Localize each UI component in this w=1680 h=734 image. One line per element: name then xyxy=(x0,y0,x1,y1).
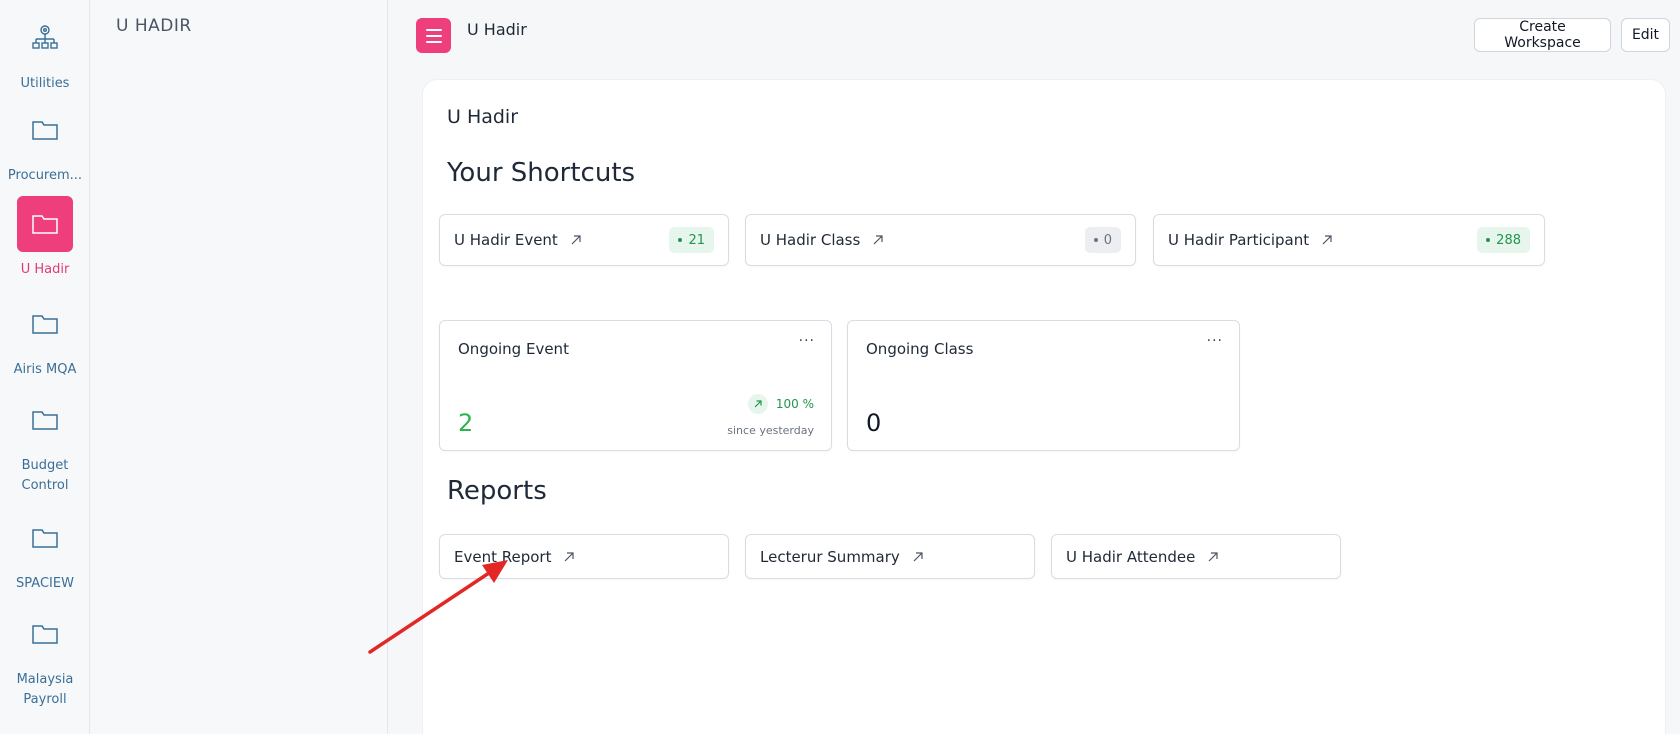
folder-icon xyxy=(17,196,73,252)
dot-icon xyxy=(1486,238,1491,242)
rail-item-u-hadir[interactable]: U Hadir xyxy=(0,196,90,280)
report-event-report[interactable]: Event Report xyxy=(439,534,729,579)
external-arrow-icon xyxy=(873,235,883,245)
workspace-title: U Hadir xyxy=(447,106,519,128)
shortcut-label: U Hadir Class xyxy=(760,231,861,249)
report-u-hadir-attendee[interactable]: U Hadir Attendee xyxy=(1051,534,1341,579)
rail-item-airis-mqa[interactable]: Airis MQA xyxy=(0,296,90,380)
org-chart-icon xyxy=(17,10,73,66)
create-workspace-button[interactable]: Create Workspace xyxy=(1474,18,1611,52)
page-header: U Hadir Create Workspace Edit xyxy=(389,0,1680,70)
external-arrow-icon xyxy=(913,551,923,561)
external-arrow-icon xyxy=(1322,235,1332,245)
report-label: Event Report xyxy=(454,547,552,566)
rail-label: Utilities xyxy=(20,76,70,91)
trend-caption: since yesterday xyxy=(727,424,814,437)
count-value: 21 xyxy=(688,232,705,248)
rail-label: Malaysia Payroll xyxy=(16,672,74,707)
workspace-content: U Hadir Your Shortcuts U Hadir Event 21 … xyxy=(423,80,1665,734)
folder-icon xyxy=(17,606,73,662)
dot-icon xyxy=(678,238,683,242)
shortcut-label: U Hadir Event xyxy=(454,231,558,249)
report-label: Lecterur Summary xyxy=(760,547,900,566)
rail-item-budget-control[interactable]: Budget Control xyxy=(0,392,90,496)
rail-label: Airis MQA xyxy=(13,362,77,377)
shortcut-u-hadir-class[interactable]: U Hadir Class 0 xyxy=(745,214,1136,266)
card-title: Ongoing Event xyxy=(458,340,569,358)
trend-up-icon xyxy=(747,394,768,414)
rail-item-procurement[interactable]: Procurem... xyxy=(0,102,90,186)
menu-icon-bar xyxy=(425,40,442,43)
rail-label: Budget Control xyxy=(21,458,69,493)
shortcuts-heading: Your Shortcuts xyxy=(447,158,636,188)
card-menu-button[interactable]: ... xyxy=(1207,329,1223,345)
count-badge: 21 xyxy=(669,227,714,253)
count-value: 0 xyxy=(1103,232,1112,248)
dot-icon xyxy=(1093,238,1098,242)
number-card-ongoing-event[interactable]: Ongoing Event ... 2 100 % since yesterda… xyxy=(439,320,832,451)
menu-icon-bar xyxy=(425,34,442,37)
shortcut-label: U Hadir Participant xyxy=(1168,231,1310,249)
folder-icon xyxy=(17,102,73,158)
reports-heading: Reports xyxy=(447,476,547,506)
hamburger-menu-button[interactable] xyxy=(416,18,451,53)
folder-icon xyxy=(17,510,73,566)
icon-rail: Utilities Procurem... U Hadir Airis MQA … xyxy=(0,0,90,734)
rail-label: U Hadir xyxy=(20,262,70,277)
card-title: Ongoing Class xyxy=(866,340,974,358)
external-arrow-icon xyxy=(1208,551,1218,561)
rail-item-utilities[interactable]: Utilities xyxy=(0,10,90,94)
shortcut-u-hadir-participant[interactable]: U Hadir Participant 288 xyxy=(1153,214,1545,266)
trend-percent: 100 % xyxy=(775,397,814,411)
card-value: 2 xyxy=(458,409,474,437)
page-title: U Hadir xyxy=(467,20,527,39)
menu-icon-bar xyxy=(425,28,442,31)
workspace-sidebar: U HADIR xyxy=(91,0,388,734)
shortcut-u-hadir-event[interactable]: U Hadir Event 21 xyxy=(439,214,729,266)
count-value: 288 xyxy=(1496,232,1521,248)
folder-icon xyxy=(17,296,73,352)
card-value: 0 xyxy=(866,409,882,437)
external-arrow-icon xyxy=(571,235,581,245)
external-arrow-icon xyxy=(565,551,575,561)
count-badge: 0 xyxy=(1084,227,1121,253)
rail-label: Procurem... xyxy=(7,168,83,183)
folder-icon xyxy=(17,392,73,448)
trend-indicator: 100 % xyxy=(747,394,814,414)
rail-item-spaciew[interactable]: SPACIEW xyxy=(0,510,90,594)
sidebar-title: U HADIR xyxy=(116,16,192,36)
rail-item-malaysia-payroll[interactable]: Malaysia Payroll xyxy=(0,606,90,710)
number-card-ongoing-class[interactable]: Ongoing Class ... 0 xyxy=(847,320,1240,451)
rail-label: SPACIEW xyxy=(16,576,74,591)
card-menu-button[interactable]: ... xyxy=(799,329,815,345)
report-lecterur-summary[interactable]: Lecterur Summary xyxy=(745,534,1035,579)
report-label: U Hadir Attendee xyxy=(1066,547,1196,566)
count-badge: 288 xyxy=(1477,227,1530,253)
edit-button[interactable]: Edit xyxy=(1621,18,1670,52)
